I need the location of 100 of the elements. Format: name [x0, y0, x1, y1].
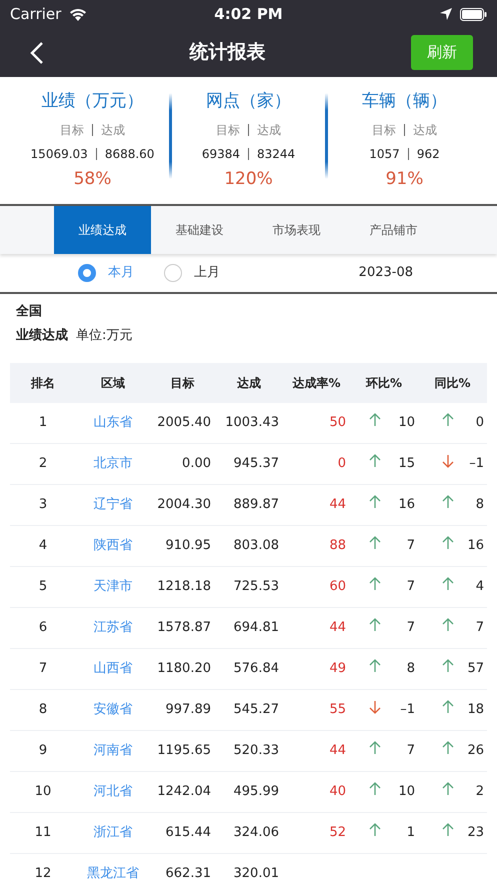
table-cell-text: 1180.20	[156, 660, 212, 678]
table-cell-text: 3	[38, 496, 48, 514]
table-cell-text: 26	[467, 742, 484, 760]
table-cell-text: 4	[38, 537, 48, 556]
table-cell-text: 12	[34, 865, 52, 883]
table-cell-text: 803.08	[232, 537, 280, 556]
table-cell-text: 11	[34, 824, 52, 842]
table-cell-text: 44	[328, 496, 347, 514]
region-link[interactable]: 北京市	[76, 454, 150, 474]
column-header: 同比%	[433, 375, 472, 392]
table-cell-text: 52	[328, 824, 347, 842]
region-link[interactable]: 山西省	[76, 659, 150, 679]
table-cell-text: 2004.30	[156, 496, 212, 514]
period-option[interactable]: 本月	[78, 263, 134, 283]
table-cell-text: 997.89	[164, 701, 212, 720]
table-cell-text: 1003.43	[224, 414, 280, 432]
stat-percent: 91%	[384, 168, 424, 190]
table-cell-text: 8	[38, 701, 48, 720]
table-cell-text: 0.00	[181, 455, 212, 474]
column-header: 排名	[30, 375, 56, 392]
table-cell-text: 15	[398, 455, 415, 474]
table-cell-text: 10	[34, 783, 52, 802]
table-cell-text: 1	[38, 414, 48, 432]
table-cell-text: 88	[328, 537, 347, 556]
stat-title: 业绩（万元）	[40, 90, 144, 113]
table-cell-text: 910.95	[164, 537, 212, 556]
stat-title: 车辆（辆）	[361, 90, 448, 113]
region-link[interactable]: 安徽省	[76, 700, 150, 720]
region-link[interactable]: 河北省	[76, 782, 150, 802]
table-cell-text: 694.81	[232, 619, 280, 638]
column-header: 环比%	[364, 375, 404, 392]
table-cell-text: 7	[406, 537, 415, 556]
month-label: 2023-08	[358, 264, 413, 282]
table-cell-text: 1195.65	[156, 742, 212, 760]
stat-percent: 120%	[223, 168, 274, 190]
status-time: 4:02 PM	[214, 4, 283, 25]
column-header: 区域	[100, 375, 126, 392]
table-cell-text: 1	[406, 824, 415, 842]
region-link[interactable]: 辽宁省	[76, 495, 150, 515]
table-cell-text: 44	[328, 742, 347, 760]
column-header: 达成	[236, 375, 262, 392]
battery-icon	[460, 8, 488, 20]
table-cell-text: 23	[467, 824, 484, 842]
table-cell-text: 6	[38, 619, 48, 638]
stat-percent: 58%	[72, 168, 112, 190]
region-link[interactable]: 河南省	[76, 741, 150, 761]
table-cell-text: 16	[398, 496, 415, 514]
column-header: 目标	[170, 375, 196, 392]
stat-value: 962	[416, 146, 440, 162]
table-cell-text: 5	[38, 578, 48, 596]
tab[interactable]: 业绩达成	[54, 206, 151, 254]
table-cell-text: 520.33	[232, 742, 280, 760]
table-cell-text: 50	[328, 414, 347, 432]
table-cell-text: 320.01	[232, 865, 280, 883]
table-cell-text: 44	[328, 619, 347, 638]
table-cell-text: 662.31	[164, 865, 212, 883]
table-cell-text: 945.37	[232, 455, 280, 474]
table-cell-text: 7	[476, 619, 484, 638]
back-button[interactable]	[30, 40, 44, 65]
stat-label: 达成	[257, 122, 281, 138]
table-cell-text: 60	[328, 578, 347, 596]
table-cell-text: 55	[328, 701, 347, 720]
stat-label: 达成	[101, 122, 125, 138]
stat-value: 15069.03	[30, 146, 88, 162]
region-link[interactable]: 浙江省	[76, 823, 150, 843]
region-label: 全国	[16, 303, 43, 321]
radio-button[interactable]	[164, 264, 182, 282]
table-cell-text: 49	[328, 660, 347, 678]
table-cell-text: 8	[406, 660, 415, 678]
table-cell-text: 7	[406, 619, 415, 638]
region-link[interactable]: 江苏省	[76, 618, 150, 638]
radio-button[interactable]	[78, 264, 96, 282]
stat-title: 网点（家）	[205, 90, 292, 113]
column-header: 达成率%	[291, 375, 342, 392]
tab[interactable]: 基础建设	[151, 206, 248, 254]
unit-label: 单位:万元	[76, 326, 132, 344]
region-link[interactable]: 黑龙江省	[76, 864, 150, 883]
region-link[interactable]: 天津市	[76, 577, 150, 597]
tab[interactable]: 市场表现	[248, 206, 345, 254]
table-cell-text: 57	[467, 660, 484, 678]
stat-label: 目标	[60, 122, 84, 138]
page-title: 统计报表	[190, 40, 266, 66]
table-cell-text: 1218.18	[156, 578, 212, 596]
table-cell-text: 18	[467, 701, 484, 720]
period-option[interactable]: 上月	[164, 263, 220, 283]
table-cell-text: 9	[38, 742, 48, 760]
refresh-button[interactable]: 刷新	[411, 35, 473, 70]
table-cell-text: –1	[400, 701, 415, 720]
table-cell-text: –1	[469, 455, 484, 474]
table-cell-text: 889.87	[232, 496, 280, 514]
stat-value: 1057	[369, 146, 400, 162]
stat-value: 69384	[202, 146, 240, 162]
table-cell-text: 576.84	[232, 660, 280, 678]
region-link[interactable]: 陕西省	[76, 536, 150, 556]
section-title: 业绩达成	[16, 326, 68, 344]
tab[interactable]: 产品铺市	[345, 206, 442, 254]
region-link[interactable]: 山东省	[76, 413, 150, 433]
table-cell-text: 0	[476, 414, 484, 432]
table-cell-text: 615.44	[164, 824, 212, 842]
carrier-name: Carrier	[10, 4, 62, 25]
